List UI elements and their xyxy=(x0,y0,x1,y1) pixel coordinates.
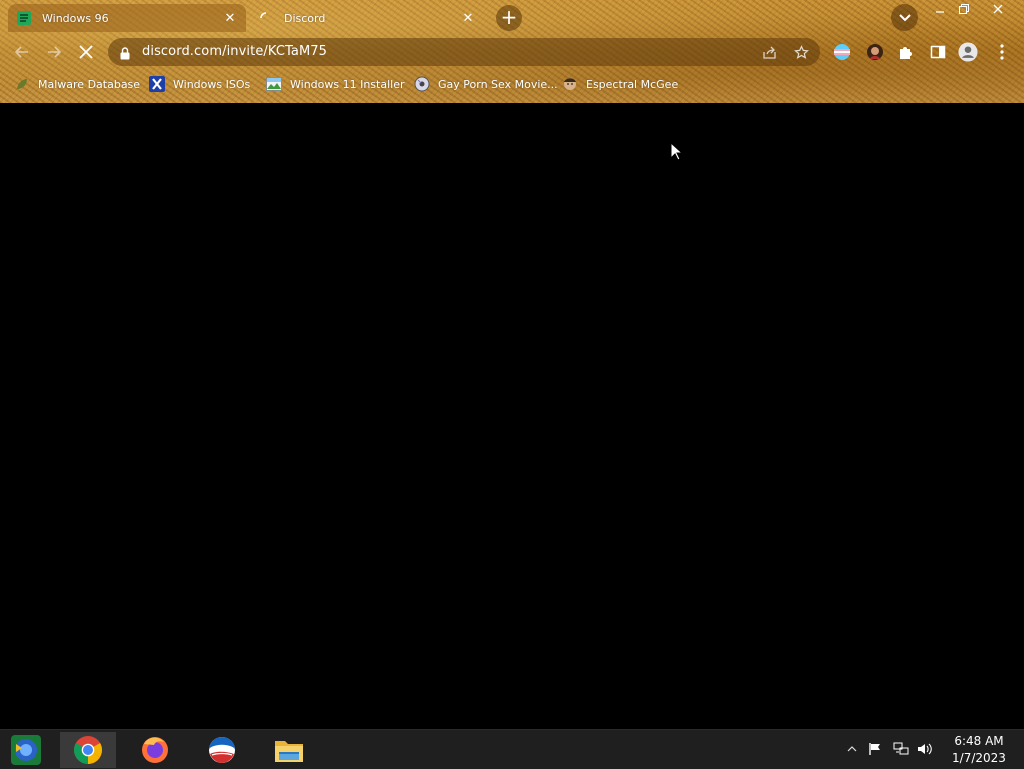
window-close-button[interactable] xyxy=(984,0,1012,18)
back-button[interactable] xyxy=(11,41,33,63)
restore-icon xyxy=(959,4,969,14)
mouse-cursor-icon xyxy=(670,142,682,161)
system-clock[interactable]: 6:48 AM 1/7/2023 xyxy=(946,733,1012,767)
new-tab-button[interactable]: + xyxy=(496,5,522,31)
minimize-icon xyxy=(936,11,944,13)
side-panel-icon[interactable] xyxy=(928,42,948,62)
bookmark-malware-database[interactable]: Malware Database xyxy=(14,75,140,93)
action-center-flag-icon[interactable] xyxy=(866,740,884,758)
obama-logo-icon xyxy=(209,737,235,763)
puzzle-icon[interactable] xyxy=(896,42,916,62)
bookmark-movie[interactable]: Gay Porn Sex Movie... xyxy=(414,75,558,93)
bookmark-label: Malware Database xyxy=(38,77,141,91)
loading-spinner-icon xyxy=(258,10,274,26)
profile-avatar-icon[interactable] xyxy=(958,42,978,62)
restore-button[interactable] xyxy=(950,0,978,18)
address-bar[interactable]: discord.com/invite/KCTaM75 xyxy=(108,38,820,66)
stop-loading-button[interactable] xyxy=(75,41,97,63)
bookmark-label: Windows 11 Installer xyxy=(290,77,405,91)
start-button[interactable] xyxy=(8,733,44,767)
clock-date: 1/7/2023 xyxy=(952,751,1006,765)
taskbar-app-obama[interactable] xyxy=(194,732,250,768)
bookmark-windows-isos[interactable]: Windows ISOs xyxy=(149,75,250,93)
menu-kebab-icon[interactable] xyxy=(992,42,1012,62)
chrome-icon xyxy=(74,736,102,764)
tab-windows-96[interactable]: Windows 96 ✕ xyxy=(8,4,246,32)
taskbar: 6:48 AM 1/7/2023 xyxy=(0,729,1024,769)
bookmark-label: Espectral McGee xyxy=(586,77,679,91)
stop-icon xyxy=(79,45,93,59)
tab-title: Windows 96 xyxy=(42,11,109,25)
flag-extension-icon[interactable] xyxy=(832,42,852,62)
url-text[interactable]: discord.com/invite/KCTaM75 xyxy=(142,44,327,59)
page-viewport[interactable] xyxy=(0,103,1024,729)
star-icon[interactable] xyxy=(792,43,810,61)
start-orb-icon xyxy=(11,735,41,765)
volume-icon[interactable] xyxy=(916,740,934,758)
close-icon[interactable]: ✕ xyxy=(222,11,238,26)
browser-chrome: Windows 96 ✕ Discord ✕ + discord.com/inv… xyxy=(0,0,1024,103)
close-icon xyxy=(993,4,1003,14)
chevron-down-icon xyxy=(898,13,911,21)
x-logo-icon xyxy=(149,76,165,92)
bookmark-label: Gay Porn Sex Movie... xyxy=(438,77,558,91)
taskbar-app-file-explorer[interactable] xyxy=(261,732,317,768)
disc-icon xyxy=(414,76,430,92)
back-arrow-icon xyxy=(14,46,28,58)
forward-arrow-icon xyxy=(48,46,62,58)
picture-icon xyxy=(266,76,282,92)
show-hidden-icons-icon[interactable] xyxy=(843,740,861,758)
avatar-face-icon xyxy=(562,76,578,92)
forward-button[interactable] xyxy=(43,41,65,63)
clock-time: 6:48 AM xyxy=(954,734,1004,748)
tab-title: Discord xyxy=(284,11,326,25)
avatar-extension-icon[interactable] xyxy=(865,42,885,62)
leaf-icon xyxy=(14,76,30,92)
share-icon[interactable] xyxy=(760,43,778,61)
close-icon[interactable]: ✕ xyxy=(460,11,476,26)
lock-icon[interactable] xyxy=(120,45,130,64)
folder-icon xyxy=(275,741,303,762)
bookmark-windows-11-installer[interactable]: Windows 11 Installer xyxy=(266,75,405,93)
taskbar-app-chrome[interactable] xyxy=(60,732,116,768)
bookmark-label: Windows ISOs xyxy=(173,77,251,91)
tab-search-button[interactable] xyxy=(891,4,918,31)
bookmark-espectral-mcgee[interactable]: Espectral McGee xyxy=(562,75,678,93)
firefox-icon xyxy=(142,737,168,763)
windows96-icon xyxy=(16,10,32,26)
tab-discord[interactable]: Discord ✕ xyxy=(250,4,484,32)
taskbar-app-firefox[interactable] xyxy=(127,732,183,768)
network-icon[interactable] xyxy=(892,740,910,758)
